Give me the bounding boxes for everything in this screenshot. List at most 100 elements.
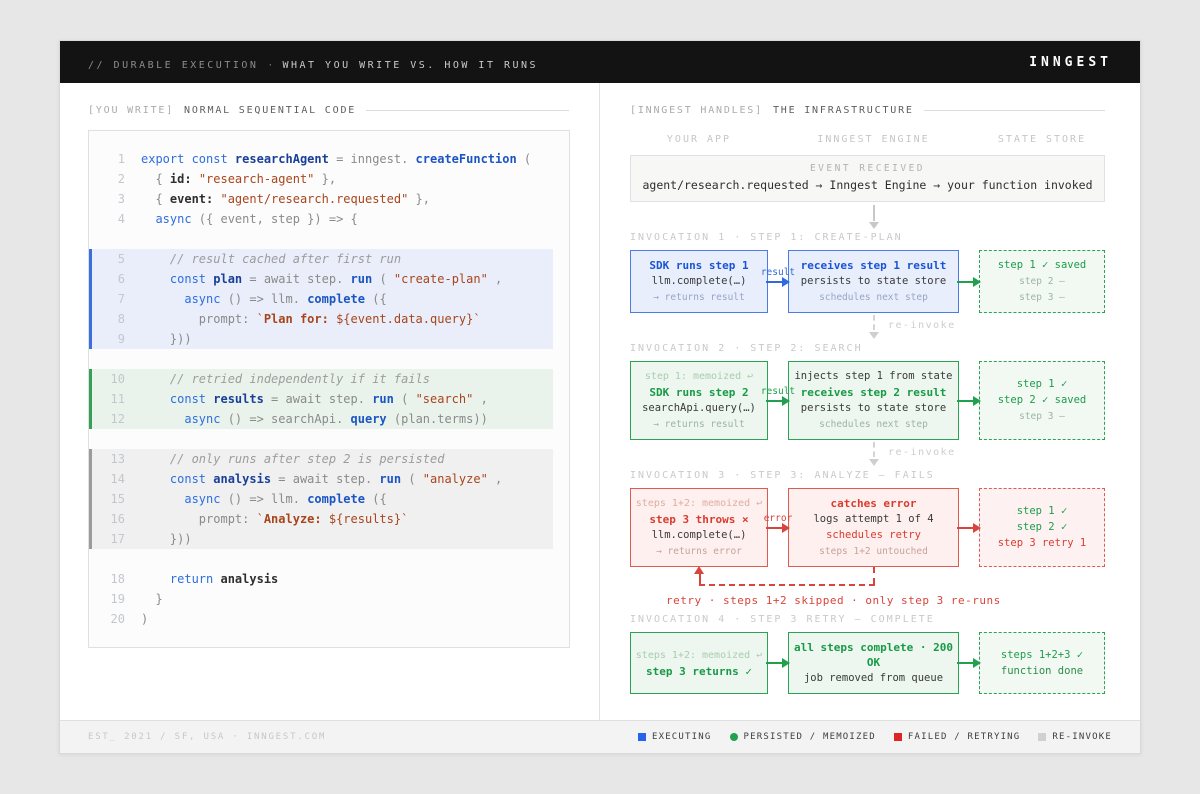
code-panel: [YOU WRITE] NORMAL SEQUENTIAL CODE 1 expo… <box>60 83 600 720</box>
code-token: async <box>141 412 228 426</box>
header-tagline-separator: · <box>267 60 273 71</box>
code-line: 13 // only runs after step 2 is persiste… <box>92 449 553 469</box>
code-token: query <box>351 412 394 426</box>
code-token: export const <box>141 152 235 166</box>
code-token: run <box>351 272 380 286</box>
code-token: results <box>213 392 264 406</box>
box-line: step 2 ✓ <box>984 520 1100 535</box>
code-highlight-block-green: 10 // retried independently if it fails1… <box>89 369 553 429</box>
line-number: 18 <box>103 569 125 589</box>
page-container: // DURABLE EXECUTION·WHAT YOU WRITE VS. … <box>59 40 1141 754</box>
box-line: step 1: memoized ↩ <box>635 369 763 384</box>
code-token: ( <box>401 392 415 406</box>
code-token: })) <box>141 332 192 346</box>
header-tagline-right: WHAT YOU WRITE VS. HOW IT RUNS <box>282 60 538 71</box>
reinvoke-arrow-head-icon <box>869 332 879 339</box>
invocation-row: SDK runs step 1llm.complete(…)→ returns … <box>630 250 1105 313</box>
line-number: 1 <box>103 149 125 169</box>
legend-swatch-square-icon <box>1038 733 1046 741</box>
retry-arrow-head-icon <box>694 566 704 574</box>
box-line: steps 1+2: memoized ↩ <box>635 648 763 663</box>
engine-to-state-arrow <box>959 250 979 313</box>
arrow-head-icon <box>782 277 790 287</box>
code-line-content: })) <box>141 329 192 349</box>
code-token: , <box>473 392 487 406</box>
footer-site-link[interactable]: INNGEST.COM <box>247 732 326 742</box>
arrow-line <box>957 281 974 283</box>
code-token: Plan for: <box>264 312 336 326</box>
code-section-title: NORMAL SEQUENTIAL CODE <box>184 105 356 116</box>
app-box: SDK runs step 1llm.complete(…)→ returns … <box>630 250 768 313</box>
box-line: catches error <box>793 496 954 511</box>
code-token: , <box>488 472 502 486</box>
line-number: 2 <box>103 169 125 189</box>
code-editor: 1export const researchAgent = inngest. c… <box>88 130 570 648</box>
box-line: llm.complete(…) <box>635 528 763 543</box>
arrow-head-icon <box>782 523 790 533</box>
arrow-line <box>766 400 783 402</box>
arrow-line <box>766 527 783 529</box>
legend-label: PERSISTED / MEMOIZED <box>744 732 876 742</box>
code-token: "analyze" <box>423 472 488 486</box>
code-line: 14 const analysis = await step. run ( "a… <box>92 469 553 489</box>
code-token: ` <box>257 312 264 326</box>
invocation-group-3: INVOCATION 3 · STEP 3: ANALYZE — FAILSst… <box>630 470 1105 607</box>
box-line: → returns result <box>635 290 763 305</box>
code-line-content: } <box>141 589 163 609</box>
code-token: , <box>488 272 502 286</box>
line-number: 14 <box>103 469 125 489</box>
line-number: 10 <box>103 369 125 389</box>
code-line-content: { event: "agent/research.requested" }, <box>141 189 430 209</box>
invocation-label: INVOCATION 4 · STEP 3 RETRY — COMPLETE <box>630 614 1105 625</box>
box-line: searchApi.query(…) <box>635 401 763 416</box>
code-token: { <box>141 192 170 206</box>
event-flow-down-arrow <box>630 202 1105 232</box>
engine-to-state-arrow <box>959 488 979 567</box>
legend-item: FAILED / RETRYING <box>894 732 1021 742</box>
retry-loop-line <box>699 574 701 584</box>
code-token: })) <box>141 532 192 546</box>
box-line: steps 1+2: memoized ↩ <box>635 496 763 511</box>
code-line-content: // result cached after first run <box>141 249 401 269</box>
code-line-content: })) <box>141 529 192 549</box>
code-token: = inngest. <box>329 152 416 166</box>
code-line: 17 })) <box>92 529 553 549</box>
legend-item: RE-INVOKE <box>1038 732 1112 742</box>
code-token: { <box>141 172 170 186</box>
box-line: steps 1+2+3 ✓ <box>984 648 1100 663</box>
code-line: 9 })) <box>92 329 553 349</box>
state-store-box: step 1 ✓step 2 ✓step 3 retry 1 <box>979 488 1105 567</box>
box-line: schedules next step <box>793 417 954 432</box>
code-token: const <box>141 472 213 486</box>
code-token: ( <box>408 472 422 486</box>
state-store-box: step 1 ✓step 2 ✓ savedstep 3 – <box>979 361 1105 440</box>
code-section-tag: [YOU WRITE] <box>88 105 174 116</box>
reinvoke-label: re-invoke <box>888 447 956 458</box>
code-line: 16 prompt: `Analyze: ${results}` <box>92 509 553 529</box>
code-token: complete <box>307 292 372 306</box>
line-number: 3 <box>103 189 125 209</box>
column-headers: YOUR APPINNGEST ENGINESTATE STORE <box>630 134 1105 145</box>
header-tagline: // DURABLE EXECUTION·WHAT YOU WRITE VS. … <box>88 53 538 72</box>
code-token: complete <box>307 492 372 506</box>
code-token: const <box>141 392 213 406</box>
code-line: 18 return analysis <box>89 569 569 589</box>
line-number: 20 <box>103 609 125 629</box>
box-line: receives step 1 result <box>793 258 954 273</box>
code-line-content: { id: "research-agent" }, <box>141 169 336 189</box>
box-line: step 3 – <box>984 290 1100 305</box>
code-line: 1export const researchAgent = inngest. c… <box>89 149 569 169</box>
line-number: 5 <box>103 249 125 269</box>
infra-section-tag: [INNGEST HANDLES] <box>630 105 763 116</box>
arrow-label: result <box>761 386 795 397</box>
code-token: run <box>379 472 408 486</box>
retry-loop-line <box>873 567 875 584</box>
code-line: 8 prompt: `Plan for: ${event.data.query}… <box>92 309 553 329</box>
retry-caption: retry · steps 1+2 skipped · only step 3 … <box>666 594 1105 607</box>
column-header-your-app: YOUR APP <box>630 134 768 145</box>
footer-est-text: EST_ 2021 / SF, USA · <box>88 732 240 742</box>
code-line: 7 async () => llm. complete ({ <box>92 289 553 309</box>
code-token: const <box>141 272 213 286</box>
code-line-content: async () => searchApi. query (plan.terms… <box>141 409 488 429</box>
event-box-title: EVENT RECEIVED <box>635 163 1100 174</box>
